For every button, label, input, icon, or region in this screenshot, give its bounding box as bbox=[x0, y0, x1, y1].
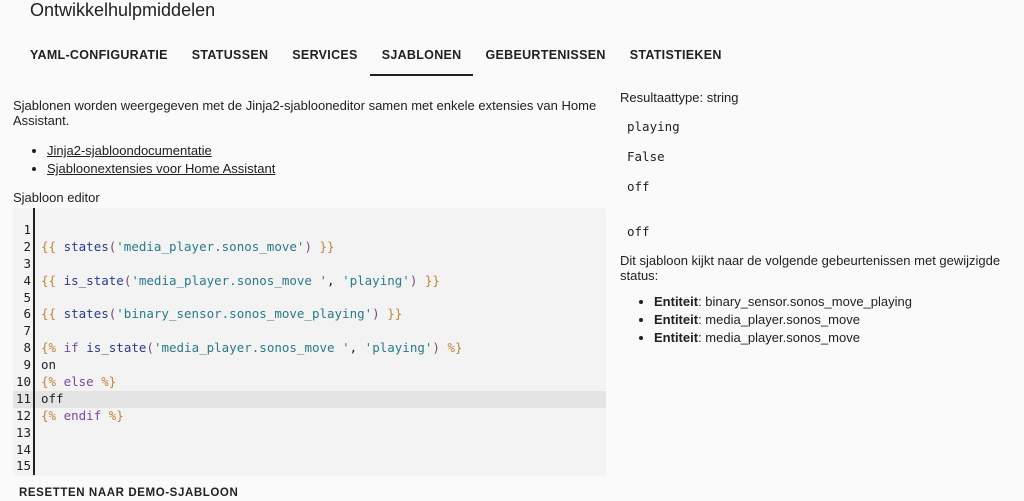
line-number: 15 bbox=[15, 458, 31, 474]
line-number: 4 bbox=[23, 272, 31, 288]
result-line: playing bbox=[627, 119, 680, 134]
reset-template-button[interactable]: RESETTEN NAAR DEMO-SJABLOON bbox=[19, 487, 238, 499]
code-line: 4{{ is_state('media_player.sonos_move ',… bbox=[13, 272, 606, 290]
line-number: 13 bbox=[15, 424, 31, 440]
code-area[interactable]: 1 2{{ states('media_player.sonos_move') … bbox=[13, 222, 606, 476]
result-line bbox=[627, 209, 1020, 224]
line-number: 8 bbox=[23, 340, 31, 356]
code-line: 5 bbox=[13, 289, 606, 307]
line-number: 3 bbox=[23, 255, 31, 271]
line-number: 1 bbox=[23, 222, 31, 237]
tab-bar: YAML-CONFIGURATIE STATUSSEN SERVICES SJA… bbox=[18, 38, 734, 76]
code-line: 9 on bbox=[13, 357, 606, 375]
line-number: 10 bbox=[15, 374, 31, 390]
code-line: 7 bbox=[13, 323, 606, 341]
entity-value: : media_player.sonos_move bbox=[698, 312, 860, 327]
ha-extensions-link[interactable]: Sjabloonextensies voor Home Assistant bbox=[47, 161, 275, 176]
line-number: 11 bbox=[15, 390, 31, 406]
result-line bbox=[627, 164, 1020, 179]
list-item: Jinja2-sjabloondocumentatie bbox=[47, 142, 613, 160]
code-line: 8 {% if is_state('media_player.sonos_move… bbox=[13, 340, 606, 358]
editor-label: Sjabloon editor bbox=[13, 190, 100, 205]
template-intro: Sjablonen worden weergegeven met de Jinj… bbox=[13, 98, 613, 205]
result-output: playing False off off bbox=[627, 119, 1020, 239]
tab-gebeurtenissen[interactable]: GEBEURTENISSEN bbox=[473, 38, 617, 76]
entity-item: Entiteit: media_player.sonos_move bbox=[654, 329, 1020, 347]
result-line: off bbox=[627, 179, 650, 194]
page-title: Ontwikkelhulpmiddelen bbox=[30, 0, 216, 20]
code-line: 15 bbox=[13, 458, 606, 476]
tab-sjablonen[interactable]: SJABLONEN bbox=[369, 38, 474, 76]
result-line bbox=[627, 134, 1020, 149]
code-line: 12 {% endif %} bbox=[13, 407, 606, 425]
line-number: 7 bbox=[23, 323, 31, 339]
line-number: 5 bbox=[23, 289, 31, 305]
code-line: 6{{ states('binary_sensor.sonos_move_pla… bbox=[13, 306, 606, 324]
code-line: 3 bbox=[13, 255, 606, 273]
entity-item: Entiteit: binary_sensor.sonos_move_playi… bbox=[654, 293, 1020, 311]
line-number: 14 bbox=[15, 441, 31, 457]
tab-statussen[interactable]: STATUSSEN bbox=[180, 38, 281, 76]
intro-description: Sjablonen worden weergegeven met de Jinj… bbox=[13, 98, 597, 128]
result-type: Resultaattype: string bbox=[620, 90, 739, 105]
line-number: 12 bbox=[15, 407, 31, 423]
result-line: off bbox=[627, 224, 650, 239]
entity-item: Entiteit: media_player.sonos_move bbox=[654, 311, 1020, 329]
entity-prefix: Entiteit bbox=[654, 330, 699, 345]
code-line: 2{{ states('media_player.sonos_move') }} bbox=[13, 238, 606, 256]
jinja-docs-link[interactable]: Jinja2-sjabloondocumentatie bbox=[47, 143, 212, 158]
code-line-active: 11 off bbox=[13, 390, 606, 408]
code-line: 13 bbox=[13, 424, 606, 442]
list-item: Sjabloonextensies voor Home Assistant bbox=[47, 160, 613, 178]
entity-prefix: Entiteit bbox=[654, 294, 699, 309]
code-line: 14 bbox=[13, 441, 606, 459]
line-number: 9 bbox=[23, 357, 31, 373]
entity-prefix: Entiteit bbox=[654, 312, 699, 327]
code-line: 1 bbox=[13, 222, 606, 239]
result-line: False bbox=[627, 149, 665, 164]
line-number: 6 bbox=[23, 306, 31, 322]
code-line: 10 {% else %} bbox=[13, 374, 606, 391]
tab-statistieken[interactable]: STATISTIEKEN bbox=[618, 38, 734, 76]
line-number: 2 bbox=[23, 238, 31, 254]
entity-list: Entiteit: binary_sensor.sonos_move_playi… bbox=[620, 293, 1020, 347]
entity-value: : media_player.sonos_move bbox=[698, 330, 860, 345]
tab-services[interactable]: SERVICES bbox=[280, 38, 369, 76]
doc-links: Jinja2-sjabloondocumentatie Sjabloonexte… bbox=[13, 142, 613, 178]
listener-description: Dit sjabloon kijkt naar de volgende gebe… bbox=[620, 253, 1001, 283]
result-line bbox=[627, 194, 1020, 209]
entity-value: : binary_sensor.sonos_move_playing bbox=[698, 294, 912, 309]
result-panel: Resultaattype: string playing False off … bbox=[620, 90, 1020, 347]
template-editor[interactable]: 1 2{{ states('media_player.sonos_move') … bbox=[13, 208, 606, 476]
tab-yaml-configuratie[interactable]: YAML-CONFIGURATIE bbox=[18, 38, 180, 76]
